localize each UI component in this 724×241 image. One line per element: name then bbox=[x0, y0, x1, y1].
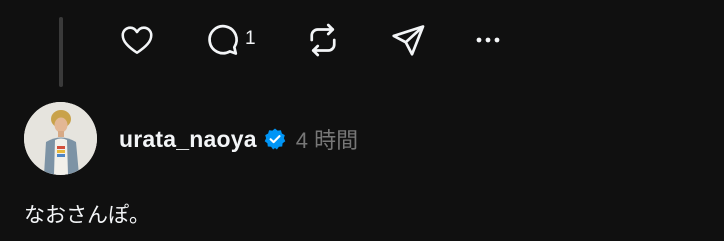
verified-badge-icon bbox=[263, 127, 287, 151]
more-options-button[interactable] bbox=[473, 22, 503, 58]
thread-connector-line bbox=[59, 17, 63, 87]
speech-bubble-icon bbox=[204, 22, 240, 58]
comment-count: 1 bbox=[245, 28, 256, 49]
avatar[interactable] bbox=[24, 101, 97, 175]
more-dots-icon bbox=[473, 22, 503, 58]
post-text: なおさんぽ。 bbox=[24, 203, 150, 227]
post-meta: urata_naoya 4 時間 bbox=[119, 123, 358, 155]
post-timestamp: 4 時間 bbox=[295, 128, 359, 153]
username[interactable]: urata_naoya bbox=[119, 126, 257, 153]
repost-icon bbox=[305, 22, 341, 58]
like-button[interactable] bbox=[118, 22, 156, 58]
comment-button[interactable]: 1 bbox=[204, 22, 256, 58]
share-button[interactable] bbox=[390, 22, 426, 58]
post-action-bar: 1 bbox=[118, 22, 518, 58]
heart-icon bbox=[118, 22, 156, 58]
post-header: urata_naoya 4 時間 bbox=[24, 101, 358, 175]
repost-button[interactable] bbox=[305, 22, 341, 58]
paper-plane-icon bbox=[390, 22, 426, 58]
